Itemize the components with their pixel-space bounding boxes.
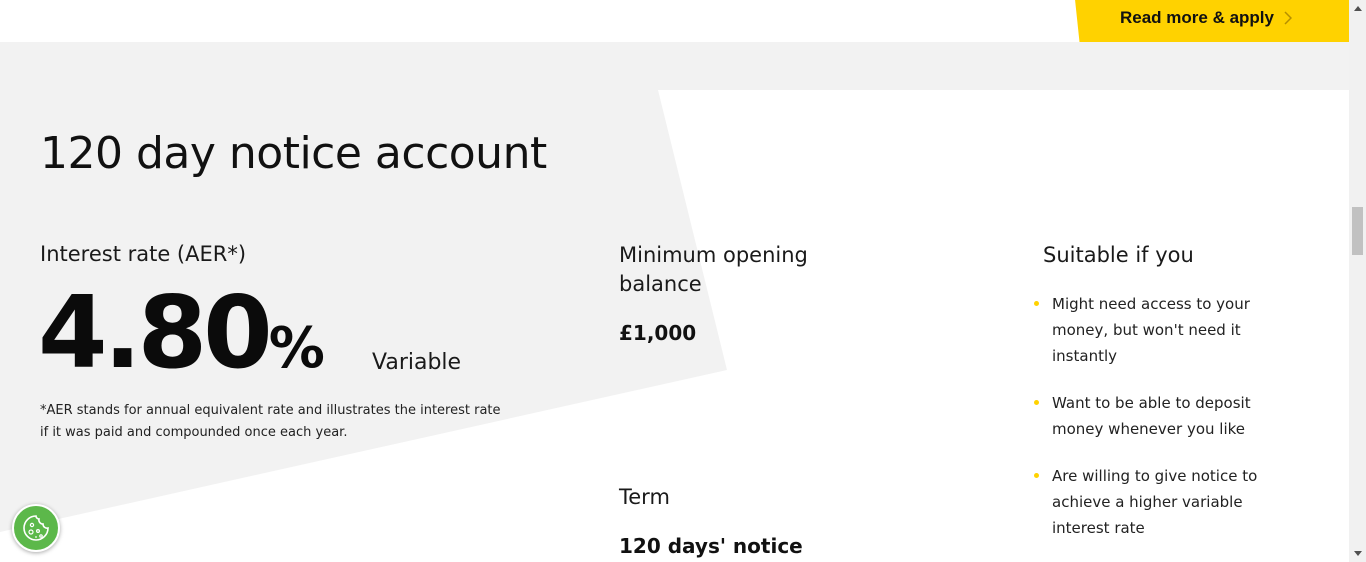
- bullet-icon: [1034, 301, 1039, 306]
- page-title: 120 day notice account: [40, 128, 547, 179]
- vertical-scrollbar[interactable]: [1349, 0, 1366, 562]
- list-item: Want to be able to deposit money wheneve…: [1032, 390, 1272, 442]
- chevron-right-icon: [1284, 11, 1292, 25]
- term-value: 120 days' notice: [619, 534, 803, 558]
- rate-percent-sign: %: [268, 316, 325, 381]
- bullet-icon: [1034, 473, 1039, 478]
- product-section: 120 day notice account Interest rate (AE…: [0, 42, 1349, 562]
- read-more-apply-label: Read more & apply: [1120, 8, 1274, 27]
- list-item-text: Are willing to give notice to achieve a …: [1052, 467, 1258, 537]
- bullet-icon: [1034, 400, 1039, 405]
- scrollbar-thumb[interactable]: [1352, 207, 1363, 255]
- rate-type: Variable: [372, 350, 462, 375]
- list-item: Are willing to give notice to achieve a …: [1032, 463, 1272, 541]
- list-item: Might need access to your money, but won…: [1032, 291, 1272, 369]
- cookie-settings-button[interactable]: [12, 504, 60, 552]
- aer-footnote: *AER stands for annual equivalent rate a…: [40, 403, 501, 440]
- scroll-down-icon[interactable]: [1349, 545, 1366, 562]
- list-item-text: Might need access to your money, but won…: [1052, 295, 1250, 365]
- interest-rate-value: 4.80%: [38, 278, 325, 388]
- list-item-text: Want to be able to deposit money wheneve…: [1052, 394, 1251, 438]
- suitable-heading: Suitable if you: [1043, 243, 1194, 267]
- cookie-icon: [23, 515, 49, 541]
- suitable-list: Might need access to your money, but won…: [1032, 291, 1272, 562]
- interest-rate-label: Interest rate (AER*): [40, 242, 247, 266]
- page: Read more & apply 120 day notice account…: [0, 0, 1366, 562]
- scroll-up-icon[interactable]: [1349, 0, 1366, 17]
- read-more-apply-button[interactable]: Read more & apply: [1074, 0, 1349, 42]
- minimum-balance-heading: Minimum opening balance: [619, 243, 808, 296]
- term-heading: Term: [619, 485, 670, 509]
- minimum-balance-value: £1,000: [619, 321, 697, 345]
- rate-number: 4.80: [38, 274, 273, 391]
